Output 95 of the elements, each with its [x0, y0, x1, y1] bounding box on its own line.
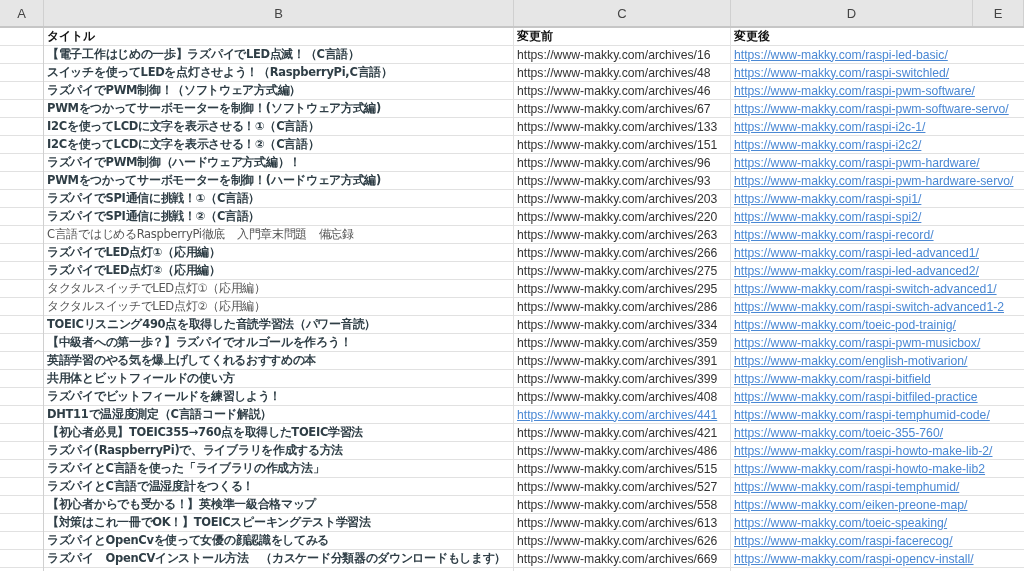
- link[interactable]: https://www-makky.com/raspi-pwm-software-servo/: [734, 101, 1009, 116]
- link[interactable]: https://www-makky.com/raspi-switch-advanced1-2: [734, 299, 1004, 314]
- link[interactable]: https://www-makky.com/raspi-temphumid/: [734, 479, 960, 494]
- link[interactable]: https://www-makky.com/archives/441: [517, 407, 718, 422]
- table-cell: 【電子工作はじめの一歩】ラズパイでLED点滅！（C言語）: [47, 47, 360, 62]
- table-header: タイトル: [47, 29, 95, 44]
- table-cell: スイッチを使ってLEDを点灯させよう！（RaspberryPi,C言語）: [47, 65, 393, 80]
- table-cell: https://www-makky.com/archives/486: [517, 443, 718, 458]
- table-cell: ラズパイとC言語を使った「ライブラリの作成方法」: [47, 461, 325, 476]
- table-cell: ラズパイとOpenCvを使って女優の顔認識をしてみる: [47, 533, 330, 548]
- table-cell: タクタルスイッチでLED点灯②（応用編）: [47, 299, 266, 314]
- table-cell: DHT11で温湿度測定（C言語コード解説）: [47, 407, 273, 422]
- link[interactable]: https://www-makky.com/english-motivarion/: [734, 353, 968, 368]
- table-cell: https://www-makky.com/archives/515: [517, 461, 718, 476]
- link[interactable]: https://www-makky.com/raspi-i2c-1/: [734, 119, 926, 134]
- table-cell: https://www-makky.com/archives/408: [517, 389, 718, 404]
- table-cell: https://www-makky.com/archives/96: [517, 155, 711, 170]
- table-cell: ラズパイでPWM制御！（ソフトウェア方式編）: [47, 83, 301, 98]
- link[interactable]: https://www-makky.com/raspi-record/: [734, 227, 934, 242]
- link[interactable]: https://www-makky.com/raspi-facerecog/: [734, 533, 953, 548]
- table-cell: https://www-makky.com/archives/286: [517, 299, 718, 314]
- table-cell: ラズパイでPWM制御（ハードウェア方式編）！: [47, 155, 301, 170]
- table-cell: ラズパイとC言語で温湿度計をつくる！: [47, 479, 255, 494]
- link[interactable]: https://www-makky.com/raspi-howto-make-lib2: [734, 461, 986, 476]
- link[interactable]: https://www-makky.com/raspi-led-advanced2/: [734, 263, 979, 278]
- column-header[interactable]: A: [0, 0, 44, 26]
- table-cell: https://www-makky.com/archives/626: [517, 533, 718, 548]
- link[interactable]: https://www-makky.com/eiken-preone-map/: [734, 497, 968, 512]
- link[interactable]: https://www-makky.com/raspi-pwm-hardware/: [734, 155, 980, 170]
- table-header: 変更後: [734, 29, 770, 44]
- link[interactable]: https://www-makky.com/toeic-speaking/: [734, 515, 948, 530]
- link[interactable]: https://www-makky.com/raspi-led-basic/: [734, 47, 948, 62]
- link[interactable]: https://www-makky.com/raspi-opencv-install/: [734, 551, 974, 566]
- table-cell: C言語ではじめるRaspberryPi徹底 入門章末問題 備忘録: [47, 227, 354, 242]
- link[interactable]: https://www-makky.com/raspi-spi1/: [734, 191, 922, 206]
- table-cell: https://www-makky.com/archives/16: [517, 47, 711, 62]
- link[interactable]: https://www-makky.com/raspi-temphumid-code/: [734, 407, 990, 422]
- table-cell: https://www-makky.com/archives/67: [517, 101, 711, 116]
- link[interactable]: https://www-makky.com/toeic-pod-trainig/: [734, 317, 956, 332]
- table-cell: https://www-makky.com/archives/334: [517, 317, 718, 332]
- table-cell: https://www-makky.com/archives/613: [517, 515, 718, 530]
- table-cell: https://www-makky.com/archives/151: [517, 137, 718, 152]
- table-cell: ラズパイでLED点灯②（応用編）: [47, 263, 221, 278]
- table-cell: PWMをつかってサーボモーターを制御！(ソフトウェア方式編): [47, 101, 382, 116]
- table-cell: https://www-makky.com/archives/275: [517, 263, 718, 278]
- table-cell: 【初心者からでも受かる！】英検準一級合格マップ: [47, 497, 317, 512]
- table-cell: https://www-makky.com/archives/295: [517, 281, 718, 296]
- table-cell: 【対策はこれ一冊でOK！】TOEICスピーキングテスト学習法: [47, 515, 371, 530]
- table-cell: https://www-makky.com/archives/46: [517, 83, 711, 98]
- link[interactable]: https://www-makky.com/raspi-pwm-musicbox/: [734, 335, 981, 350]
- table-cell: https://www-makky.com/archives/527: [517, 479, 718, 494]
- table-cell: 英語学習のやる気を爆上げしてくれるおすすめの本: [47, 353, 317, 368]
- link[interactable]: https://www-makky.com/raspi-bitfield: [734, 371, 931, 386]
- table-cell: https://www-makky.com/archives/220: [517, 209, 718, 224]
- table-cell: I2Cを使ってLCDに文字を表示させる！②（C言語）: [47, 137, 320, 152]
- table-cell: ラズパイでSPI通信に挑戦！①（C言語）: [47, 191, 261, 206]
- table-cell: https://www-makky.com/archives/133: [517, 119, 718, 134]
- link[interactable]: https://www-makky.com/raspi-switch-advanced1/: [734, 281, 997, 296]
- column-header[interactable]: D: [731, 0, 973, 26]
- column-header[interactable]: B: [44, 0, 514, 26]
- table-cell: ラズパイでビットフィールドを練習しよう！: [47, 389, 281, 404]
- link[interactable]: https://www-makky.com/raspi-switchled/: [734, 65, 950, 80]
- link[interactable]: https://www-makky.com/raspi-howto-make-lib-2/: [734, 443, 993, 458]
- column-header[interactable]: E: [973, 0, 1024, 26]
- link[interactable]: https://www-makky.com/raspi-pwm-hardware-servo/: [734, 173, 1014, 188]
- table-cell: https://www-makky.com/archives/266: [517, 245, 718, 260]
- table-cell: https://www-makky.com/archives/48: [517, 65, 711, 80]
- table-cell: https://www-makky.com/archives/93: [517, 173, 711, 188]
- table-cell: ラズパイでSPI通信に挑戦！②（C言語）: [47, 209, 261, 224]
- table-cell: https://www-makky.com/archives/421: [517, 425, 718, 440]
- link[interactable]: https://www-makky.com/raspi-pwm-software/: [734, 83, 975, 98]
- table-cell: PWMをつかってサーボモーターを制御！(ハードウェア方式編): [47, 173, 382, 188]
- table-cell: タクタルスイッチでLED点灯①（応用編）: [47, 281, 266, 296]
- table-cell: https://www-makky.com/archives/399: [517, 371, 718, 386]
- table-cell: 【中級者への第一歩？】ラズパイでオルゴールを作ろう！: [47, 335, 352, 350]
- table-cell: https://www-makky.com/archives/391: [517, 353, 718, 368]
- table-cell: TOEICリスニング490点を取得した音読学習法（パワー音読）: [47, 317, 376, 332]
- link[interactable]: https://www-makky.com/raspi-bitfiled-practice: [734, 389, 978, 404]
- table-cell: 共用体とビットフィールドの使い方: [47, 371, 235, 386]
- table-cell: https://www-makky.com/archives/263: [517, 227, 718, 242]
- table-cell: ラズパイでLED点灯①（応用編）: [47, 245, 221, 260]
- link[interactable]: https://www-makky.com/raspi-spi2/: [734, 209, 922, 224]
- link[interactable]: https://www-makky.com/raspi-led-advanced1/: [734, 245, 979, 260]
- link[interactable]: https://www-makky.com/raspi-i2c2/: [734, 137, 922, 152]
- table-cell: ラズパイ(RaspberryPi)で、ライブラリを作成する方法: [47, 443, 344, 458]
- table-cell: https://www-makky.com/archives/203: [517, 191, 718, 206]
- table-cell: I2Cを使ってLCDに文字を表示させる！①（C言語）: [47, 119, 320, 134]
- table-cell: ラズパイ OpenCVインストール方法 （カスケード分類器のダウンロードもします）: [47, 551, 507, 566]
- link[interactable]: https://www-makky.com/toeic-355-760/: [734, 425, 944, 440]
- table-header: 変更前: [517, 29, 553, 44]
- table-cell: https://www-makky.com/archives/359: [517, 335, 718, 350]
- column-header[interactable]: C: [514, 0, 731, 26]
- table-cell: https://www-makky.com/archives/669: [517, 551, 718, 566]
- table-cell: https://www-makky.com/archives/558: [517, 497, 718, 512]
- table-cell: 【初心者必見】TOEIC355→760点を取得したTOEIC学習法: [47, 425, 364, 440]
